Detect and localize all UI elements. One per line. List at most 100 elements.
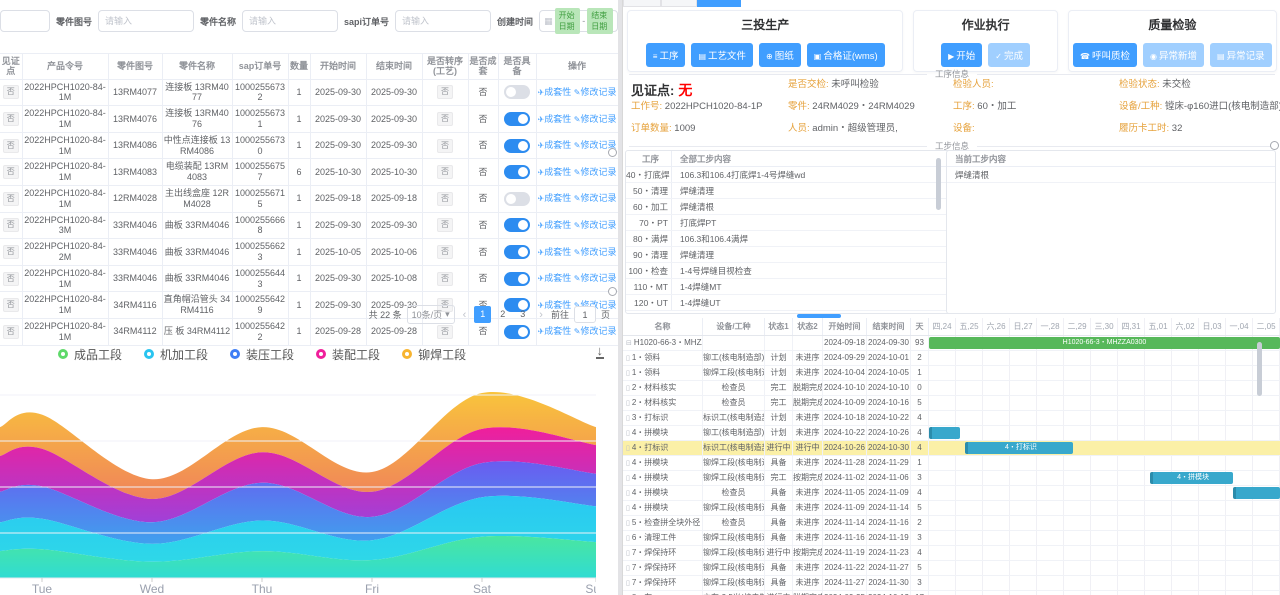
modify-record-link[interactable]: ✎修改记录 [574, 87, 617, 97]
download-icon[interactable]: ↓ [596, 344, 605, 359]
kit-link[interactable]: ✈成套性 [538, 326, 572, 336]
gantt-bar[interactable]: H1020-66-3・MHZZA0300 [929, 337, 1280, 349]
ready-toggle[interactable] [504, 85, 530, 99]
page-number-2[interactable]: 2 [494, 306, 511, 323]
kit-link[interactable]: ✈成套性 [538, 247, 572, 257]
gantt-task-row[interactable]: ▯7・焊保持环 铆焊工段(核电制造部)进行中 按期完成2024-11-19 20… [623, 546, 929, 561]
sap-order-input[interactable] [395, 10, 491, 32]
step-row[interactable]: 50・清理焊缝清理 [626, 183, 954, 199]
legend-item[interactable]: 装配工段 [316, 346, 380, 363]
resize-handle[interactable] [608, 148, 617, 157]
file-icon: ▯ [626, 415, 630, 422]
图纸-button[interactable]: ⊕图纸 [759, 43, 801, 67]
modify-record-link[interactable]: ✎修改记录 [574, 326, 617, 336]
ready-toggle[interactable] [504, 112, 530, 126]
kit-link[interactable]: ✈成套性 [538, 114, 572, 124]
gantt-bar[interactable]: 4・打标识 [965, 442, 1073, 454]
gantt-bar[interactable] [929, 427, 960, 439]
kit-link[interactable]: ✈成套性 [538, 140, 572, 150]
kit-link[interactable]: ✈成套性 [538, 87, 572, 97]
modify-record-link[interactable]: ✎修改记录 [574, 273, 617, 283]
modify-record-link[interactable]: ✎修改记录 [574, 220, 617, 230]
tab-stub-1[interactable] [623, 0, 661, 7]
gantt-task-row[interactable]: ▯4・拼模块 铆焊工段(核电制造部)具备 未进序2024-11-09 2024-… [623, 501, 929, 516]
gantt-task-row[interactable]: ▯5・检查拼全块外径 检查员具备 未进序2024-11-14 2024-11-1… [623, 516, 929, 531]
modify-record-link[interactable]: ✎修改记录 [574, 114, 617, 124]
gantt-task-row[interactable]: ▯2・材料核实 检查员完工 脱期完成2024-10-09 2024-10-165 [623, 396, 929, 411]
page-number-3[interactable]: 3 [514, 306, 531, 323]
step-row[interactable]: 70・PT打底焊PT [626, 215, 954, 231]
异常记录-button[interactable]: ▤异常记录 [1210, 43, 1272, 67]
legend-item[interactable]: 装压工段 [230, 346, 294, 363]
prev-page-button[interactable]: ‹ [460, 309, 470, 321]
gantt-task-row[interactable]: ▯4・打标识 标识工(核电制造部)进行中 进行中2024-10-26 2024-… [623, 441, 929, 456]
gantt-task-row[interactable]: ⊟H1020-66-3・MHZZA0300 2024-09-18 2024-09… [623, 336, 929, 351]
ready-toggle[interactable] [504, 245, 530, 259]
gantt-day-header: 二,29 [1064, 318, 1091, 335]
工艺文件-button[interactable]: ▤工艺文件 [691, 43, 753, 67]
step-row[interactable]: 90・清理焊缝清理 [626, 247, 954, 263]
完成-button[interactable]: ✓完成 [988, 43, 1030, 67]
ready-toggle[interactable] [504, 192, 530, 206]
legend-item[interactable]: 成品工段 [58, 346, 122, 363]
modify-record-link[interactable]: ✎修改记录 [574, 193, 617, 203]
gantt-task-row[interactable]: ▯1・领料 铆焊工段(核电制造部)计划 未进序2024-10-04 2024-1… [623, 366, 929, 381]
gantt-task-row[interactable]: ▯7・焊保持环 铆焊工段(核电制造部)具备 未进序2024-11-27 2024… [623, 576, 929, 591]
ready-toggle[interactable] [504, 165, 530, 179]
kit-link[interactable]: ✈成套性 [538, 167, 572, 177]
gantt-bar[interactable]: 4・拼模块 [1150, 472, 1232, 484]
ready-toggle[interactable] [504, 218, 530, 232]
legend-item[interactable]: 机加工段 [144, 346, 208, 363]
gantt-task-row[interactable]: ▯2・材料核实 检查员完工 脱期完成2024-10-10 2024-10-100 [623, 381, 929, 396]
gantt-task-row[interactable]: ▯4・拼模块 铆焊工段(核电制造部)具备 未进序2024-11-28 2024-… [623, 456, 929, 471]
goto-page-input[interactable] [574, 306, 596, 323]
ready-toggle[interactable] [504, 325, 530, 339]
step-row[interactable]: 120・UT1-4焊缝UT [626, 295, 954, 311]
kit-link[interactable]: ✈成套性 [538, 273, 572, 283]
gantt-task-row[interactable]: ▯4・拼模块 铆焊工段(核电制造部)完工 按期完成2024-11-02 2024… [623, 471, 929, 486]
filter-stub-input[interactable] [0, 10, 50, 32]
page-size-select[interactable]: 10条/页 ▾ [407, 305, 455, 324]
next-page-button[interactable]: › [536, 309, 546, 321]
page-number-1[interactable]: 1 [474, 306, 491, 323]
card-title: 作业执行 [914, 16, 1056, 33]
created-date-range-picker[interactable]: ▦ 开始日期 - 结束日期 [539, 10, 618, 32]
工序-button[interactable]: ≡工序 [646, 43, 686, 67]
part-drawing-no-input[interactable] [98, 10, 194, 32]
gantt-task-row[interactable]: ▯7・焊保持环 铆焊工段(核电制造部)具备 未进序2024-11-22 2024… [623, 561, 929, 576]
start-date-placeholder[interactable]: 开始日期 [555, 8, 581, 34]
part-name-input[interactable] [242, 10, 338, 32]
呼叫质检-button[interactable]: ☎呼叫质检 [1073, 43, 1137, 67]
gantt-scrollbar[interactable] [1257, 342, 1262, 396]
modify-record-link[interactable]: ✎修改记录 [574, 247, 617, 257]
开始-button[interactable]: ▶开始 [941, 43, 982, 67]
gantt-task-row[interactable]: ▯4・拼模块 铆工(核电制造部)计划 未进序2024-10-22 2024-10… [623, 426, 929, 441]
tab-active[interactable] [697, 0, 741, 7]
ready-toggle[interactable] [504, 139, 530, 153]
file-icon: ▯ [626, 535, 630, 542]
step-row[interactable]: 100・检查1-4号焊缝目视检查 [626, 263, 954, 279]
step-row[interactable]: 60・加工焊缝清根 [626, 199, 954, 215]
kit-link[interactable]: ✈成套性 [538, 193, 572, 203]
end-date-placeholder[interactable]: 结束日期 [587, 8, 613, 34]
gantt-task-row[interactable]: ▯3・打标识 标识工(核电制造部)计划 未进序2024-10-18 2024-1… [623, 411, 929, 426]
gantt-task-row[interactable]: ▯8・车 立车-2.5米(核电制造部)进行中 脱期完成2024-09-25 20… [623, 591, 929, 595]
step-row[interactable]: 80・满焊106.3和106.4满焊 [626, 231, 954, 247]
steps-scrollbar[interactable] [936, 158, 941, 210]
modify-record-link[interactable]: ✎修改记录 [574, 167, 617, 177]
异常新增-button[interactable]: ◉异常新增 [1143, 43, 1204, 67]
step-row[interactable]: 110・MT1-4焊缝MT [626, 279, 954, 295]
kit-link[interactable]: ✈成套性 [538, 220, 572, 230]
ready-toggle[interactable] [504, 272, 530, 286]
合格证(wms)-button[interactable]: ▣合格证(wms) [807, 43, 885, 67]
legend-item[interactable]: 铆焊工段 [402, 346, 466, 363]
step-row[interactable]: 40・打底焊106.3和106.4打底焊1-4号焊缝wd [626, 167, 954, 183]
button-icon: ⊕ [766, 52, 773, 61]
resize-handle[interactable] [608, 287, 617, 296]
gantt-task-row[interactable]: ▯1・领料 铆工(核电制造部)计划 未进序2024-09-29 2024-10-… [623, 351, 929, 366]
gantt-bar[interactable] [1233, 487, 1280, 499]
tab-stub-2[interactable] [661, 0, 697, 7]
resize-handle[interactable] [1270, 141, 1279, 150]
gantt-task-row[interactable]: ▯6・清理工件 铆焊工段(核电制造部)具备 未进序2024-11-16 2024… [623, 531, 929, 546]
gantt-task-row[interactable]: ▯4・拼模块 检查员具备 未进序2024-11-05 2024-11-094 [623, 486, 929, 501]
